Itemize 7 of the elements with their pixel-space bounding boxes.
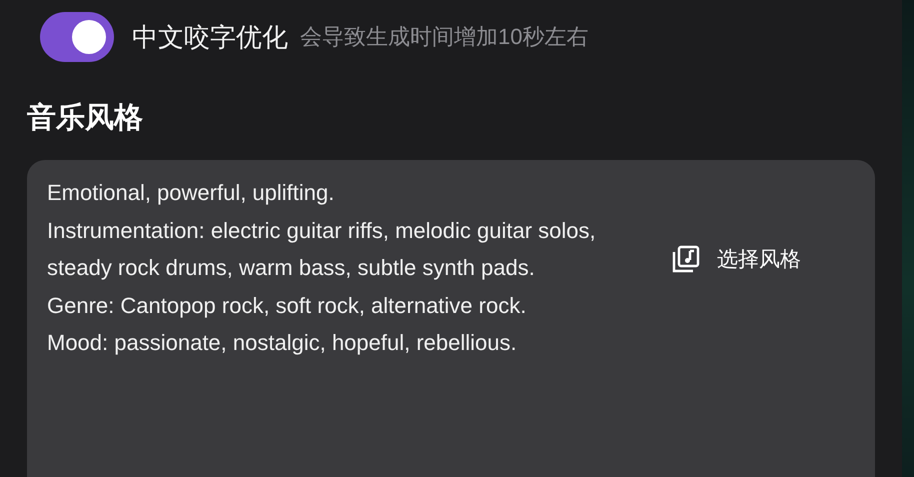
toggle-switch[interactable] — [40, 12, 114, 62]
style-input-field[interactable]: Emotional, powerful, uplifting. Instrumentation: electric guitar riffs, melodic guitar solos, steady rock drums, warm bass, subtle synth pads. Genre: Cantopop rock, soft rock, alternative rock. Mood: passionate, nostalgic, hopeful, rebellious. — [47, 174, 637, 362]
section-heading: 音乐风格 — [27, 100, 144, 136]
music-library-icon — [671, 244, 701, 274]
choose-style-button[interactable]: 选择风格 — [667, 240, 805, 278]
hint-text: 会导致生成时间增加10秒左右 — [300, 23, 588, 51]
toggle-label: 中文咬字优化 — [132, 20, 288, 54]
